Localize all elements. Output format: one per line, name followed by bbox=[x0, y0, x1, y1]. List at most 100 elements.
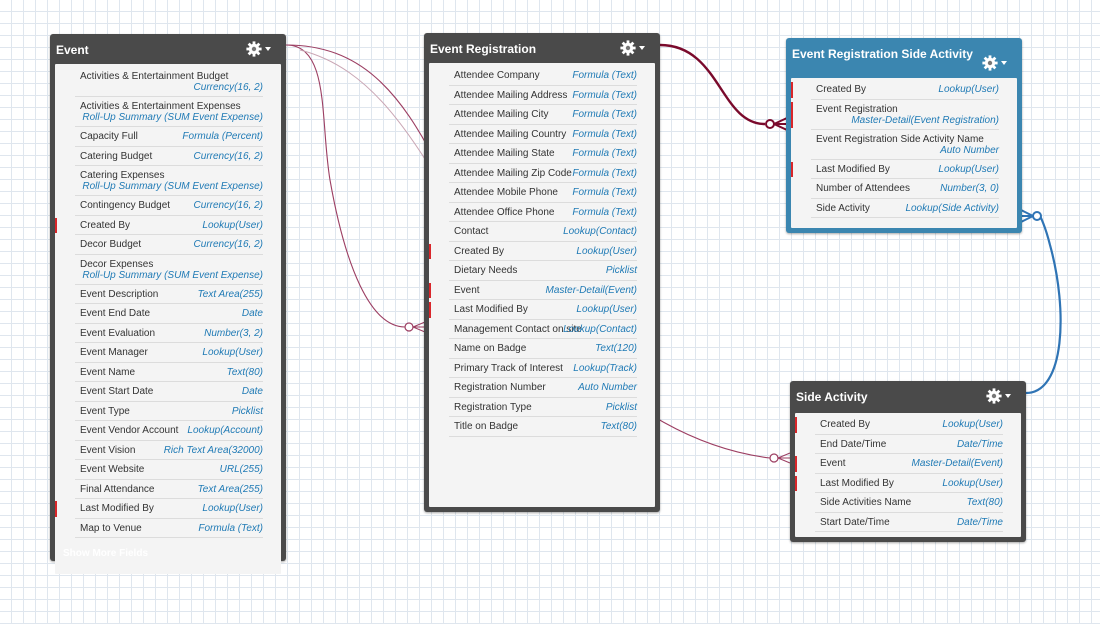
object-card-side-activity[interactable]: Side Activity Created By Lookup(User) End … bbox=[790, 381, 1026, 542]
field-row[interactable]: Registration Number Auto Number bbox=[429, 378, 655, 398]
field-type: Lookup(Track) bbox=[573, 362, 637, 374]
field-name: Side Activities Name bbox=[820, 497, 912, 508]
field-row[interactable]: Registration Type Picklist bbox=[429, 398, 655, 417]
field-row[interactable]: Activities & Entertainment Expenses Roll-… bbox=[55, 97, 281, 127]
field-row[interactable]: Event Registration Side Activity Name Aut… bbox=[791, 130, 1017, 160]
field-type: Formula (Text) bbox=[572, 70, 637, 81]
field-name: Event Vendor Account bbox=[80, 425, 179, 436]
field-row[interactable]: Event Website URL(255) bbox=[55, 460, 281, 480]
field-row[interactable]: Side Activity Lookup(Side Activity) bbox=[791, 199, 1017, 218]
field-row[interactable]: Capacity Full Formula (Percent) bbox=[55, 127, 281, 147]
field-type: Master-Detail(Event) bbox=[545, 284, 637, 296]
field-type: Roll-Up Summary (SUM Event Expense) bbox=[82, 112, 263, 123]
field-name: Decor Budget bbox=[80, 239, 142, 250]
field-row[interactable]: Attendee Mailing City Formula (Text) bbox=[429, 105, 655, 125]
field-type: URL(255) bbox=[219, 464, 263, 475]
object-card-event-registration-side-activity[interactable]: Event Registration Side Activity Created… bbox=[786, 38, 1022, 233]
field-row[interactable]: Event Manager Lookup(User) bbox=[55, 343, 281, 363]
field-row[interactable]: Event Description Text Area(255) bbox=[55, 285, 281, 304]
object-header[interactable]: Event Registration bbox=[424, 33, 660, 63]
field-type: Formula (Text) bbox=[572, 167, 637, 179]
field-type: Formula (Percent) bbox=[182, 131, 263, 142]
field-name: Start Date/Time bbox=[820, 516, 890, 528]
field-row[interactable]: Event Master-Detail(Event) bbox=[795, 454, 1021, 474]
field-row[interactable]: Last Modified By Lookup(User) bbox=[795, 474, 1021, 493]
object-header[interactable]: Event bbox=[50, 34, 286, 64]
field-row[interactable]: Decor Budget Currency(16, 2) bbox=[55, 235, 281, 255]
field-row[interactable]: Catering Expenses Roll-Up Summary (SUM Ev… bbox=[55, 166, 281, 196]
field-row[interactable]: Event Evaluation Number(3, 2) bbox=[55, 324, 281, 343]
gear-menu-button[interactable] bbox=[620, 39, 646, 57]
field-name: Created By bbox=[820, 419, 871, 430]
field-row[interactable]: Event Start Date Date bbox=[55, 382, 281, 402]
field-name: Created By bbox=[80, 219, 131, 231]
field-row[interactable]: Event Vision Rich Text Area(32000) bbox=[55, 441, 281, 460]
field-row[interactable]: Catering Budget Currency(16, 2) bbox=[55, 147, 281, 166]
field-row[interactable]: Last Modified By Lookup(User) bbox=[429, 300, 655, 320]
field-row[interactable]: Side Activities Name Text(80) bbox=[795, 493, 1021, 513]
field-row[interactable]: Attendee Mailing State Formula (Text) bbox=[429, 144, 655, 164]
object-header[interactable]: Event Registration Side Activity bbox=[786, 38, 1022, 78]
field-type: Text(80) bbox=[966, 497, 1003, 508]
field-name: End Date/Time bbox=[820, 438, 887, 450]
object-card-event[interactable]: Event Activities & Entertainment Budget C… bbox=[50, 34, 286, 574]
relationship-line-event-registration[interactable] bbox=[285, 44, 406, 328]
field-type: Lookup(User) bbox=[202, 219, 263, 231]
field-type: Formula (Text) bbox=[572, 148, 637, 159]
gear-menu-button[interactable] bbox=[982, 54, 1008, 72]
relationship-line-side-activity-junction[interactable] bbox=[1025, 215, 1062, 395]
field-row[interactable]: Event End Date Date bbox=[55, 304, 281, 324]
field-name: Activities & Entertainment Budget bbox=[80, 71, 229, 82]
field-row[interactable]: Dietary Needs Picklist bbox=[429, 261, 655, 281]
field-row[interactable]: Map to Venue Formula (Text) bbox=[55, 519, 281, 538]
field-row[interactable]: Number of Attendees Number(3, 0) bbox=[791, 179, 1017, 199]
field-row[interactable]: Event Vendor Account Lookup(Account) bbox=[55, 421, 281, 441]
field-row[interactable]: Attendee Mobile Phone Formula (Text) bbox=[429, 183, 655, 203]
field-name: Event Vision bbox=[80, 444, 136, 456]
field-row[interactable]: Decor Expenses Roll-Up Summary (SUM Event… bbox=[55, 255, 281, 285]
object-header[interactable]: Side Activity bbox=[790, 381, 1026, 411]
gear-icon bbox=[986, 388, 1011, 404]
field-row[interactable]: Created By Lookup(User) bbox=[791, 80, 1017, 100]
field-type: Text Area(255) bbox=[197, 483, 263, 495]
field-row[interactable]: Event Name Text(80) bbox=[55, 363, 281, 382]
field-row[interactable]: Name on Badge Text(120) bbox=[429, 339, 655, 359]
field-row[interactable]: Event Master-Detail(Event) bbox=[429, 281, 655, 300]
field-row[interactable]: Contact Lookup(Contact) bbox=[429, 222, 655, 242]
relationship-line-registration-side-activity[interactable] bbox=[659, 43, 766, 126]
field-row[interactable]: Management Contact on site Lookup(Contact… bbox=[429, 320, 655, 339]
field-name: Dietary Needs bbox=[454, 265, 518, 276]
field-row[interactable]: Final Attendance Text Area(255) bbox=[55, 480, 281, 499]
field-row[interactable]: Attendee Mailing Address Formula (Text) bbox=[429, 86, 655, 105]
field-row[interactable]: Created By Lookup(User) bbox=[795, 415, 1021, 435]
required-marker bbox=[795, 456, 797, 472]
field-row[interactable]: Last Modified By Lookup(User) bbox=[55, 499, 281, 519]
field-type: Formula (Text) bbox=[572, 128, 637, 140]
row-divider bbox=[449, 435, 637, 437]
field-type: Picklist bbox=[605, 401, 637, 413]
field-row[interactable]: Title on Badge Text(80) bbox=[429, 417, 655, 437]
field-row[interactable]: Attendee Company Formula (Text) bbox=[429, 66, 655, 86]
field-row[interactable]: Contingency Budget Currency(16, 2) bbox=[55, 196, 281, 216]
field-row[interactable]: End Date/Time Date/Time bbox=[795, 435, 1021, 454]
field-row[interactable]: Attendee Office Phone Formula (Text) bbox=[429, 203, 655, 222]
field-row[interactable]: Attendee Mailing Country Formula (Text) bbox=[429, 125, 655, 144]
field-row[interactable]: Start Date/Time Date/Time bbox=[795, 513, 1021, 532]
field-name: Final Attendance bbox=[80, 483, 155, 495]
field-row[interactable]: Primary Track of Interest Lookup(Track) bbox=[429, 359, 655, 378]
field-type: Lookup(Account) bbox=[187, 425, 263, 436]
field-row[interactable]: Created By Lookup(User) bbox=[55, 216, 281, 235]
field-row[interactable]: Created By Lookup(User) bbox=[429, 242, 655, 261]
field-row[interactable]: Event Registration Master-Detail(Event Re… bbox=[791, 100, 1017, 130]
field-row[interactable]: Last Modified By Lookup(User) bbox=[791, 160, 1017, 179]
field-name: Last Modified By bbox=[816, 163, 890, 175]
show-more-fields-link[interactable]: Show More Fields bbox=[63, 548, 148, 559]
object-card-event-registration[interactable]: Event Registration Attendee Company Formu… bbox=[424, 33, 660, 512]
field-row[interactable]: Event Type Picklist bbox=[55, 402, 281, 421]
schema-canvas[interactable]: Event Activities & Entertainment Budget C… bbox=[0, 0, 1100, 624]
field-row[interactable]: Activities & Entertainment Budget Currenc… bbox=[55, 67, 281, 97]
gear-menu-button[interactable] bbox=[246, 40, 272, 58]
field-name: Event Registration Side Activity Name bbox=[816, 133, 984, 145]
field-row[interactable]: Attendee Mailing Zip Code Formula (Text) bbox=[429, 164, 655, 183]
gear-menu-button[interactable] bbox=[986, 387, 1012, 405]
